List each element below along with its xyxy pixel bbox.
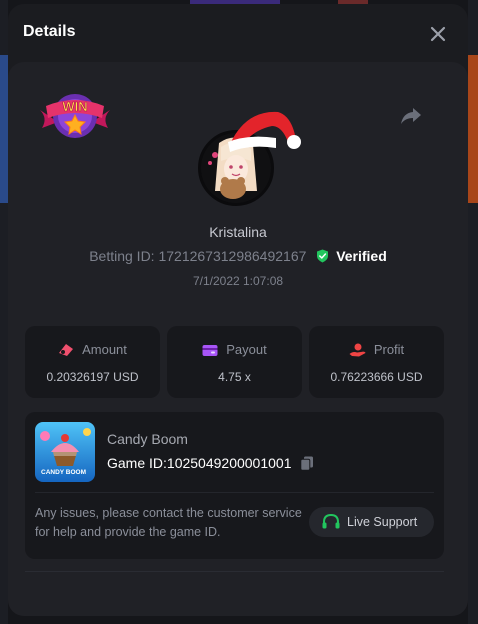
payout-value: 4.75 x bbox=[218, 370, 251, 384]
game-id-row: Game ID:1025049200001001 bbox=[107, 455, 314, 474]
shield-check-icon bbox=[316, 249, 329, 266]
headset-icon bbox=[322, 514, 340, 529]
amount-value: 0.20326197 USD bbox=[46, 370, 139, 384]
live-support-label: Live Support bbox=[347, 515, 418, 529]
game-info-panel: CANDY BOOM Candy Boom Game ID:1025049200… bbox=[25, 412, 444, 559]
verified-label: Verified bbox=[336, 248, 387, 264]
payout-label: Payout bbox=[226, 342, 267, 357]
details-content: WIN Kristalina Betting ID: 1721267312986… bbox=[8, 62, 468, 616]
win-star-badge-icon: WIN bbox=[38, 88, 112, 144]
profit-card: Profit 0.76223666 USD bbox=[309, 326, 444, 398]
share-arrow-icon[interactable] bbox=[400, 106, 422, 126]
modal-title: Details bbox=[23, 23, 76, 40]
game-thumbnail[interactable]: CANDY BOOM bbox=[35, 422, 95, 482]
game-thumb-title: CANDY BOOM bbox=[41, 469, 86, 476]
background-game-tile-left bbox=[0, 55, 8, 203]
close-icon[interactable] bbox=[426, 22, 450, 46]
divider bbox=[25, 571, 444, 572]
payout-card: Payout 4.75 x bbox=[167, 326, 302, 398]
profit-label: Profit bbox=[373, 342, 405, 357]
live-support-button[interactable]: Live Support bbox=[309, 507, 434, 537]
betting-id-text: Betting ID: 1721267312986492167 bbox=[89, 248, 307, 264]
hand-coin-icon bbox=[349, 343, 366, 357]
modal-header: Details bbox=[8, 4, 468, 60]
bet-timestamp: 7/1/2022 1:07:08 bbox=[192, 274, 284, 288]
divider bbox=[35, 492, 434, 493]
wallet-icon bbox=[202, 345, 218, 356]
win-badge-text: WIN bbox=[62, 99, 87, 114]
game-id-text: Game ID:1025049200001001 bbox=[107, 455, 292, 471]
profit-value: 0.76223666 USD bbox=[330, 370, 423, 384]
copy-icon[interactable] bbox=[300, 456, 314, 474]
betting-id-row: Betting ID: 1721267312986492167 Verified bbox=[8, 248, 468, 266]
player-username: Kristalina bbox=[209, 224, 267, 240]
santa-hat-icon bbox=[228, 111, 301, 152]
bet-chip-icon bbox=[59, 344, 74, 356]
game-name: Candy Boom bbox=[107, 431, 188, 447]
support-help-text: Any issues, please contact the customer … bbox=[35, 506, 302, 539]
player-avatar-group bbox=[196, 104, 304, 208]
bet-details-modal: Details WIN Kristalina Betting ID: 17212… bbox=[8, 4, 468, 616]
amount-card: Amount 0.20326197 USD bbox=[25, 326, 160, 398]
amount-label: Amount bbox=[82, 342, 127, 357]
background-game-tile-right bbox=[468, 55, 478, 203]
